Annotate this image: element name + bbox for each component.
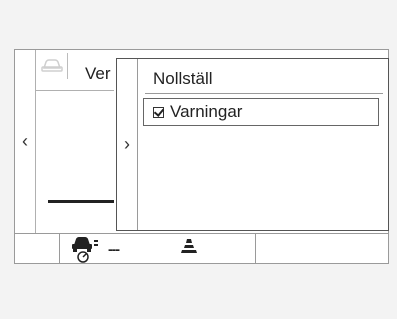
chevron-left-icon: ‹ — [22, 131, 28, 151]
menu-item-warnings-label: Varningar — [170, 102, 243, 121]
status-cell-right — [256, 234, 388, 264]
menu-arrow-button[interactable]: › — [117, 59, 138, 230]
display-screen: ‹ Ver › Nollställ Varningar --- — [14, 49, 389, 264]
popup-menu: › Nollställ Varningar — [116, 58, 389, 231]
warnings-checkbox[interactable] — [153, 106, 164, 118]
background-panel-title: Ver — [85, 64, 111, 83]
car-icon — [37, 53, 68, 79]
menu-divider — [145, 93, 383, 94]
back-arrow-button[interactable]: ‹ — [15, 50, 36, 233]
indicator-line — [48, 200, 118, 203]
adaptive-cruise-icon — [70, 235, 104, 268]
status-cell-left — [15, 234, 60, 264]
lane-assist-icon — [180, 239, 198, 258]
cruise-speed-value: --- — [108, 241, 120, 257]
status-bar: --- — [15, 233, 388, 264]
status-cell-center: --- — [60, 234, 256, 264]
chevron-right-icon: › — [124, 134, 130, 154]
menu-item-warnings[interactable]: Varningar — [143, 98, 379, 126]
menu-item-reset[interactable]: Nollställ — [153, 69, 213, 89]
